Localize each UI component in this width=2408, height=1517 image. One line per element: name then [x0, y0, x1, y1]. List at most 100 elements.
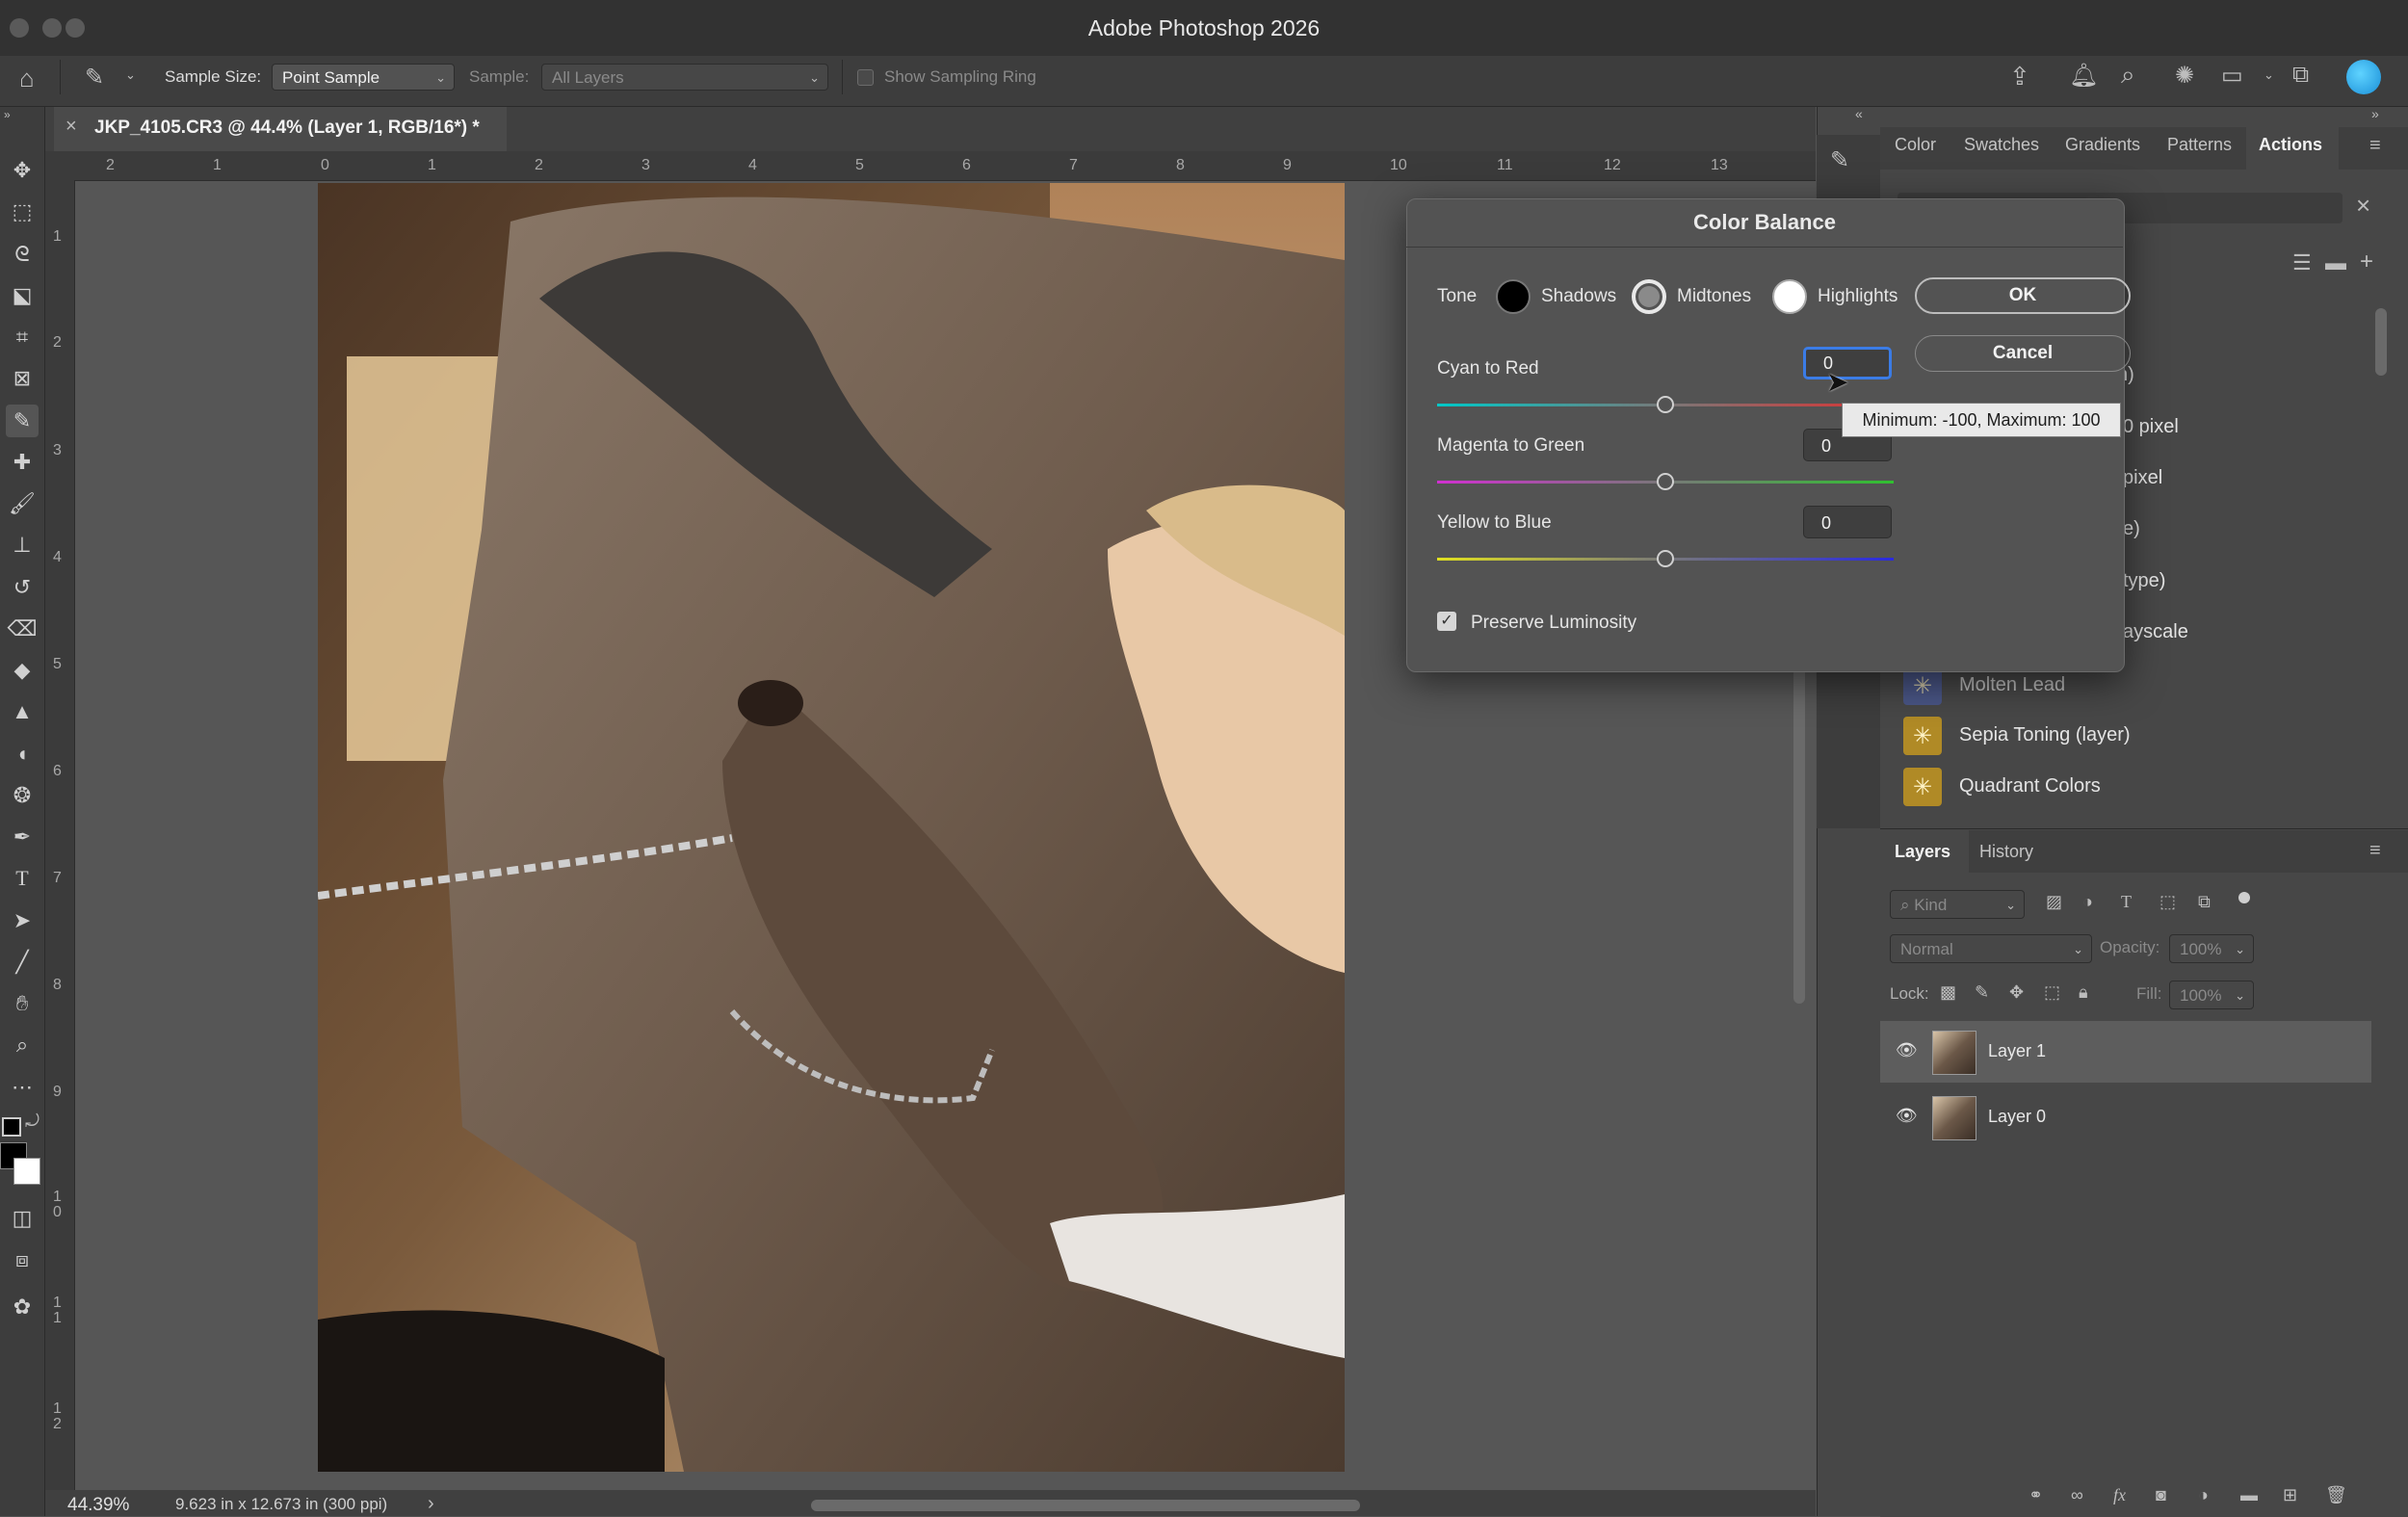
trash-icon[interactable]: 🗑︎	[2325, 1485, 2347, 1505]
preserve-luminosity-checkbox[interactable]: ✓	[1437, 612, 1456, 631]
tab-color[interactable]: Color	[1895, 135, 1936, 155]
opacity-input[interactable]: 100% ⌄	[2169, 934, 2254, 963]
dodge-tool-icon[interactable]: ◖	[6, 738, 39, 771]
action-item[interactable]: ✳ Sepia Toning (layer)	[1899, 711, 2371, 759]
sampling-ring-checkbox[interactable]	[857, 69, 874, 86]
frame-tool-icon[interactable]: ⊠	[6, 362, 39, 395]
eraser-tool-icon[interactable]: ⌫	[6, 613, 39, 645]
adjustments-brush-icon[interactable]: ✎	[1830, 146, 1849, 174]
midtones-radio[interactable]	[1632, 279, 1666, 314]
adjustment-layer-icon[interactable]: ◑	[2198, 1485, 2209, 1505]
lasso-tool-icon[interactable]: ᘓ	[6, 238, 39, 271]
horizontal-scrollbar[interactable]	[811, 1500, 1360, 1511]
action-item[interactable]: ✳ Quadrant Colors	[1899, 762, 2371, 810]
pixel-filter-icon[interactable]: ▨	[2046, 892, 2062, 912]
blend-mode-select[interactable]: Normal ⌄	[1890, 934, 2092, 963]
type-tool-icon[interactable]: T	[6, 862, 39, 895]
tab-layers[interactable]: Layers	[1895, 842, 1950, 862]
tab-swatches[interactable]: Swatches	[1964, 135, 2039, 155]
tab-history[interactable]: History	[1979, 842, 2033, 862]
status-menu-arrow[interactable]: ›	[428, 1493, 434, 1515]
tab-gradients[interactable]: Gradients	[2065, 135, 2140, 155]
shape-filter-icon[interactable]: ⬚	[2159, 892, 2176, 912]
collapse-arrows-icon[interactable]: «	[1855, 106, 1863, 121]
ok-button[interactable]: OK	[1915, 277, 2131, 314]
zoom-tool-icon[interactable]: ⌕	[6, 1029, 39, 1061]
search-icon[interactable]: ⌕	[2121, 60, 2135, 91]
new-layer-icon[interactable]: ⊞	[2283, 1485, 2297, 1505]
eyedropper-tool-icon[interactable]: ✎	[85, 64, 104, 92]
blur-tool-icon[interactable]: ▲	[6, 695, 39, 728]
collapse-arrows-icon[interactable]: »	[4, 108, 11, 121]
fill-input[interactable]: 100% ⌄	[2169, 981, 2254, 1009]
magenta-to-green-thumb[interactable]	[1657, 473, 1674, 490]
move-tool-icon[interactable]: ✥	[6, 154, 39, 187]
lock-all-icon[interactable]: 🔒︎	[2079, 982, 2088, 1003]
sponge-tool-icon[interactable]: ❂	[6, 779, 39, 812]
yellow-to-blue-thumb[interactable]	[1657, 550, 1674, 567]
marquee-tool-icon[interactable]: ⬚	[6, 196, 39, 228]
lock-transparent-icon[interactable]: ▩	[1940, 982, 1956, 1003]
highlights-radio[interactable]	[1772, 279, 1807, 314]
share-icon[interactable]: ⇪	[2009, 62, 2030, 92]
type-filter-icon[interactable]: T	[2121, 892, 2132, 912]
chevron-down-icon[interactable]: ⌄	[2264, 67, 2274, 83]
folder-icon[interactable]: ▬	[2325, 250, 2346, 275]
background-color-swatch[interactable]	[13, 1158, 40, 1185]
default-colors-icon[interactable]	[2, 1117, 21, 1137]
eyedropper-tool-icon[interactable]: ✎	[6, 405, 39, 437]
sample-select[interactable]: All Layers ⌄	[541, 64, 828, 91]
plugins-icon[interactable]: ⧉	[2292, 62, 2309, 89]
layer-row[interactable]: 👁︎ Layer 1	[1880, 1021, 2371, 1083]
mask-icon[interactable]: ◙	[2156, 1485, 2166, 1505]
lock-image-icon[interactable]: ✎	[1975, 982, 1989, 1003]
screen-mode-icon[interactable]: ⧈	[6, 1243, 39, 1276]
object-selection-tool-icon[interactable]: ⬕	[6, 279, 39, 312]
bell-icon[interactable]: 🔔︎	[2069, 62, 2098, 90]
swap-colors-icon[interactable]: ⤾	[25, 1112, 39, 1132]
pen-tool-icon[interactable]: ✒	[6, 821, 39, 853]
more-tools-icon[interactable]: ⋯	[6, 1071, 39, 1104]
link-layers-icon[interactable]: ⚭	[2028, 1485, 2043, 1505]
chain-icon[interactable]: ∞	[2071, 1485, 2083, 1505]
filter-toggle-icon[interactable]	[2238, 892, 2250, 903]
smart-object-filter-icon[interactable]: ⧉	[2198, 892, 2211, 912]
list-view-icon[interactable]: ☰	[2292, 250, 2312, 275]
add-icon[interactable]: +	[2360, 248, 2373, 275]
crop-tool-icon[interactable]: ⌗	[6, 321, 39, 353]
actions-scrollbar[interactable]	[2375, 308, 2387, 376]
healing-brush-tool-icon[interactable]: ✚	[6, 446, 39, 479]
yellow-to-blue-input[interactable]: 0	[1803, 506, 1892, 538]
panel-menu-icon[interactable]: ≡	[2369, 135, 2381, 157]
sample-size-select[interactable]: Point Sample ⌄	[272, 64, 455, 91]
tab-actions[interactable]: Actions	[2259, 135, 2322, 155]
brush-tool-icon[interactable]: 🖌︎	[6, 487, 39, 520]
chevron-down-icon[interactable]: ⌄	[125, 67, 136, 83]
history-brush-tool-icon[interactable]: ↺	[6, 571, 39, 604]
eye-icon[interactable]: 👁︎	[1896, 1040, 1918, 1060]
panel-menu-icon[interactable]: ≡	[2369, 840, 2381, 862]
adjustment-filter-icon[interactable]: ◑	[2082, 892, 2093, 912]
path-selection-tool-icon[interactable]: ➤	[6, 904, 39, 937]
clone-stamp-tool-icon[interactable]: ⊥	[6, 529, 39, 562]
shadows-radio[interactable]	[1496, 279, 1531, 314]
close-icon[interactable]: ×	[65, 116, 77, 138]
avatar[interactable]	[2346, 60, 2381, 94]
zoom-level[interactable]: 44.39%	[67, 1495, 129, 1516]
document-image[interactable]	[318, 183, 1345, 1472]
lock-artboard-icon[interactable]: ⬚	[2044, 982, 2060, 1003]
line-tool-icon[interactable]: ╱	[6, 946, 39, 979]
eye-icon[interactable]: 👁︎	[1896, 1106, 1918, 1126]
layer-row[interactable]: 👁︎ Layer 0	[1880, 1086, 2371, 1148]
hand-tool-icon[interactable]: ✋︎	[6, 987, 39, 1020]
quick-mask-icon[interactable]: ◫	[6, 1202, 39, 1235]
lock-position-icon[interactable]: ✥	[2009, 982, 2024, 1003]
lightbulb-icon[interactable]: ✺	[2175, 62, 2194, 90]
layer-filter-select[interactable]: ⌕ Kind ⌄	[1890, 890, 2025, 919]
cancel-button[interactable]: Cancel	[1915, 335, 2131, 372]
paint-bucket-tool-icon[interactable]: ◆	[6, 654, 39, 687]
expand-arrows-icon[interactable]: »	[2371, 106, 2379, 121]
generative-icon[interactable]: ✿	[6, 1291, 39, 1323]
cyan-to-red-thumb[interactable]	[1657, 396, 1674, 413]
close-icon[interactable]: ×	[2356, 191, 2370, 221]
